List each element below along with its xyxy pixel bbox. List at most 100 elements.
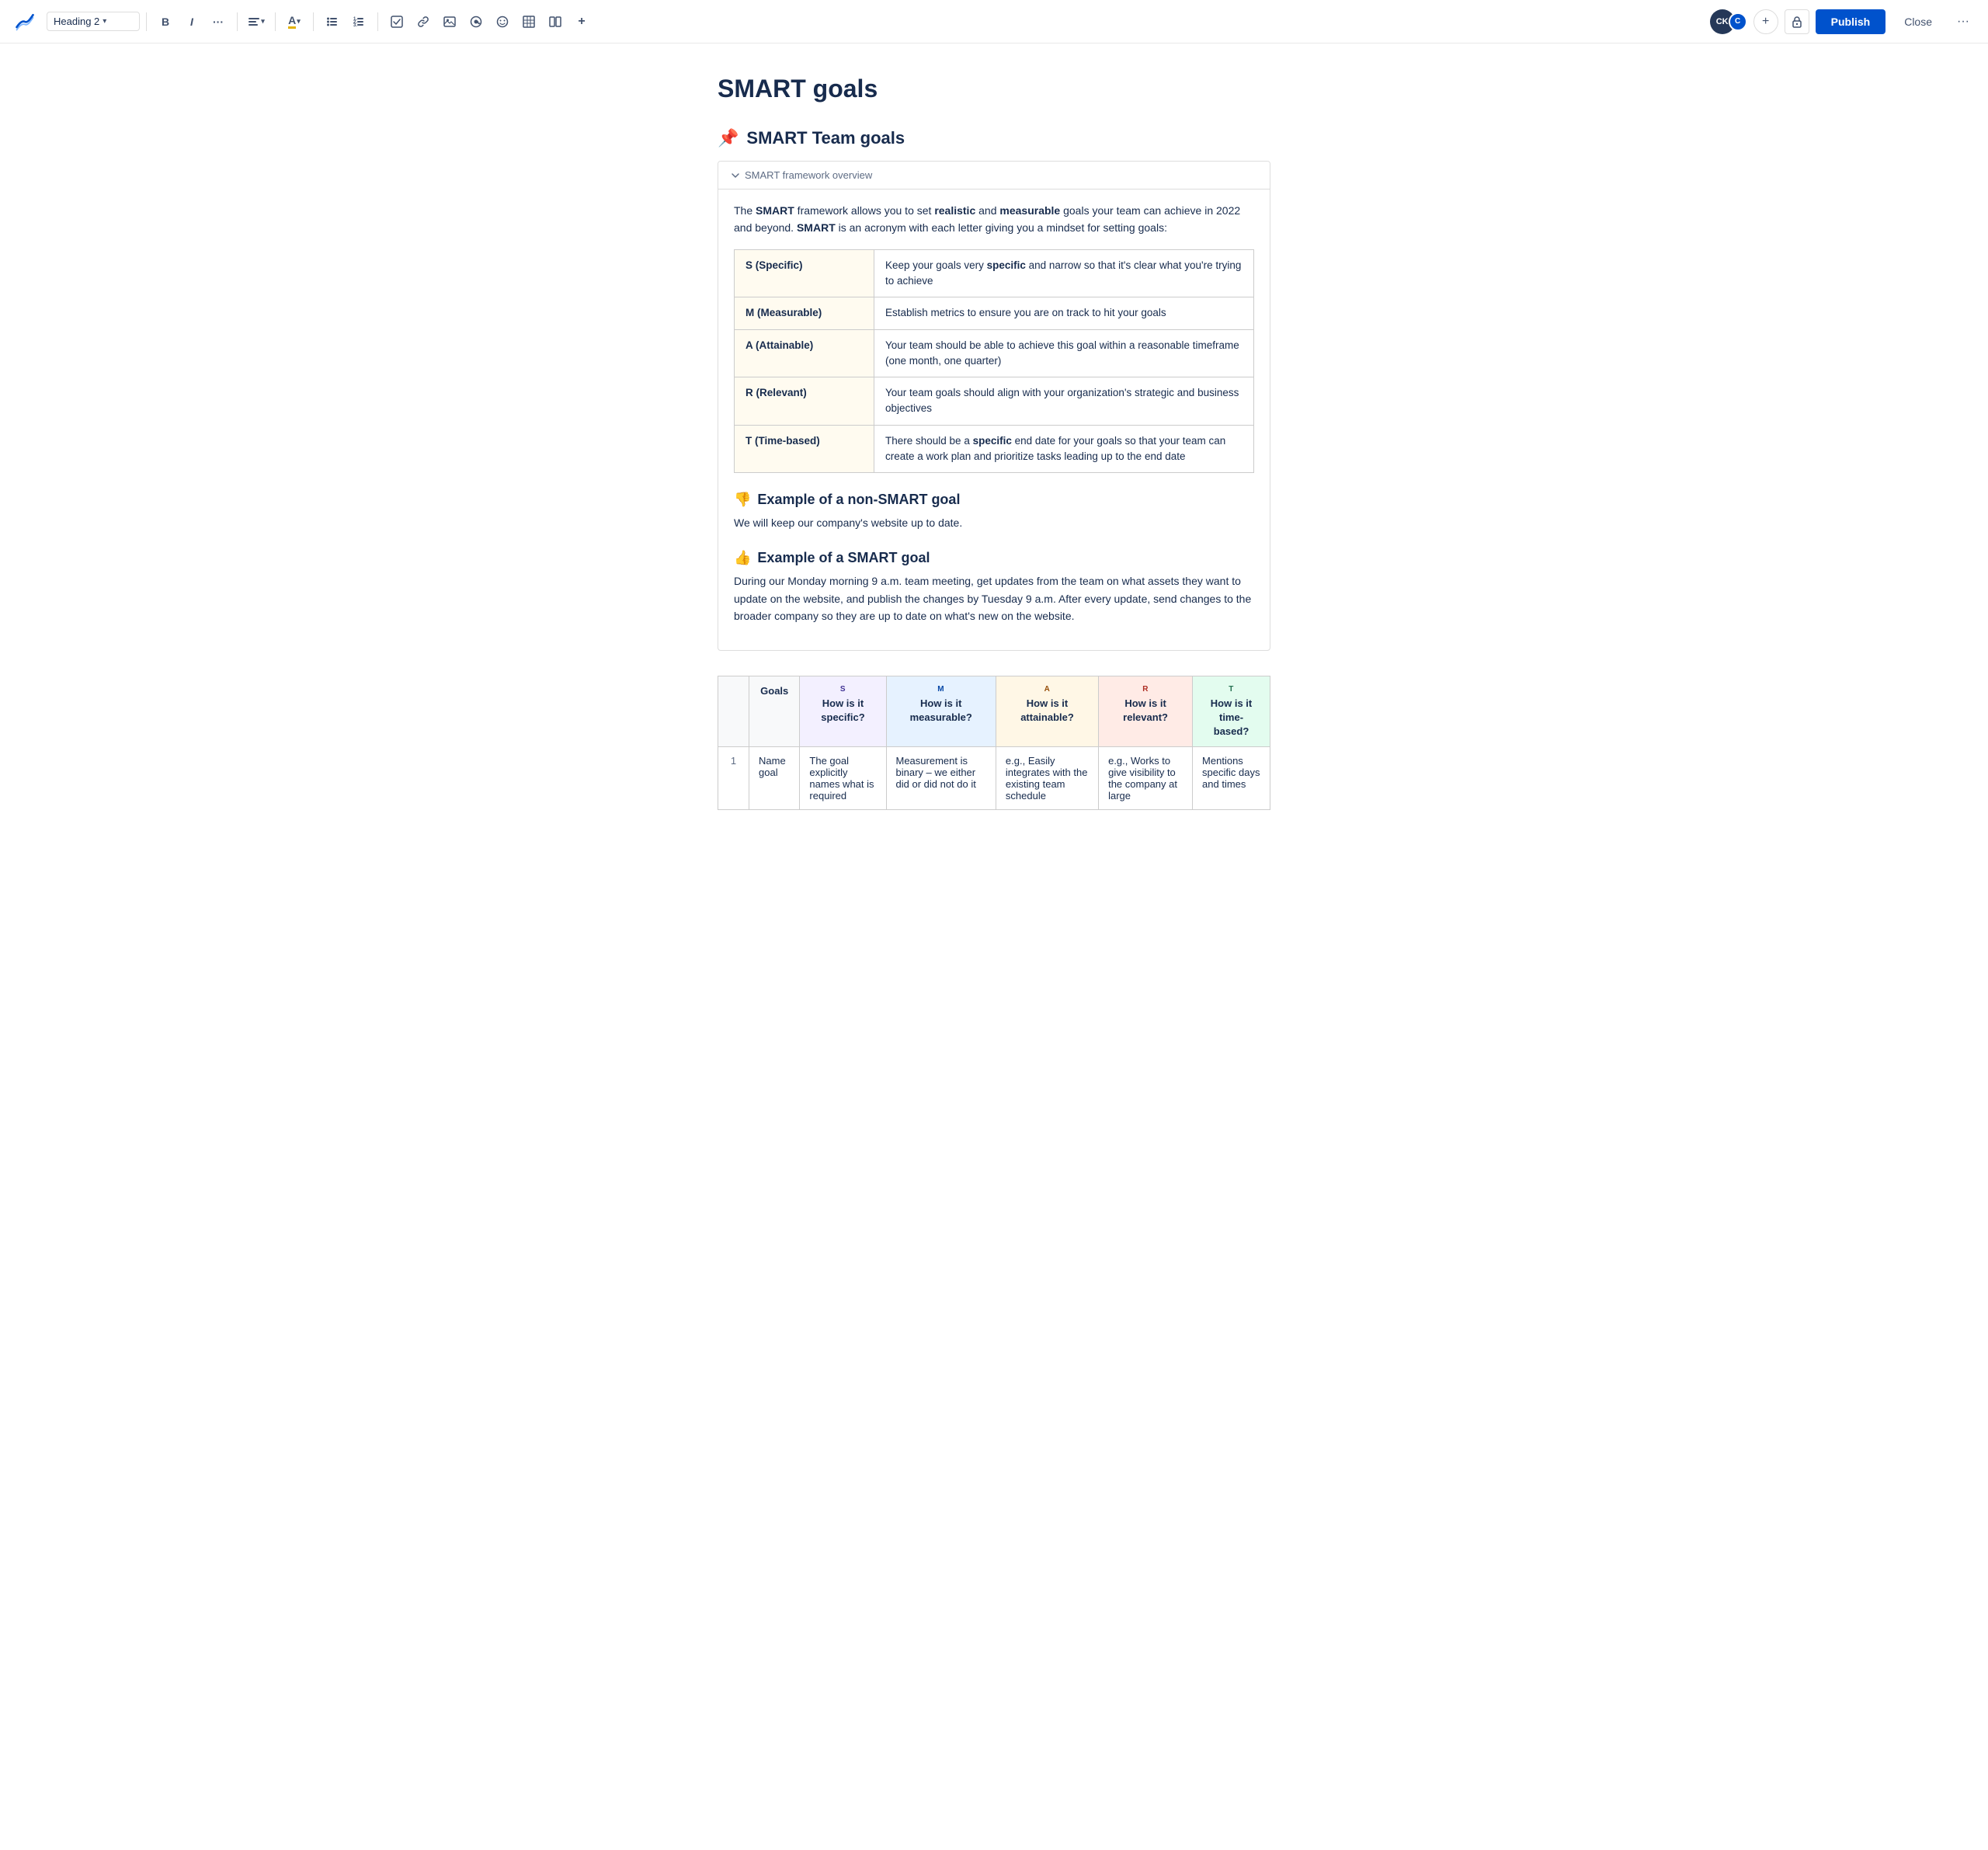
- text-color-icon: A: [288, 14, 296, 29]
- emoji-icon: [496, 16, 509, 28]
- text-color-button[interactable]: A ▾: [282, 9, 307, 34]
- task-icon: [391, 16, 403, 28]
- divider-2: [237, 12, 238, 31]
- align-button[interactable]: ▾: [244, 9, 269, 34]
- lock-button[interactable]: [1785, 9, 1809, 34]
- col-attainable-letter: A: [1006, 684, 1089, 695]
- expand-box-body: The SMART framework allows you to set re…: [718, 190, 1270, 650]
- col-goals-header: Goals: [749, 676, 800, 747]
- col-timebased-letter: T: [1202, 684, 1260, 695]
- column-icon: [549, 16, 561, 28]
- emoji-button[interactable]: [490, 9, 515, 34]
- page-content: SMART goals 📌 SMART Team goals SMART fra…: [699, 43, 1289, 872]
- smart-table-row: R (Relevant) Your team goals should alig…: [735, 377, 1254, 426]
- add-collaborator-button[interactable]: +: [1753, 9, 1778, 34]
- align-chevron-icon: ▾: [261, 17, 265, 26]
- thumbs-down-emoji: 👎: [734, 492, 751, 508]
- cell-goal: Name goal: [749, 747, 800, 810]
- expand-box-header[interactable]: SMART framework overview: [718, 162, 1270, 190]
- section-heading-text: SMART Team goals: [746, 128, 905, 148]
- expand-box: SMART framework overview The SMART frame…: [718, 161, 1270, 651]
- more-options-icon: ···: [1957, 15, 1969, 29]
- smart-letter: A (Attainable): [735, 329, 874, 377]
- close-button[interactable]: Close: [1892, 9, 1945, 34]
- insert-more-button[interactable]: +: [569, 9, 594, 34]
- smart-table-row: S (Specific) Keep your goals very specif…: [735, 249, 1254, 297]
- goals-table: Goals S How is it specific? M How is it …: [718, 676, 1270, 811]
- toolbar-right: CK C + Publish Close ···: [1710, 9, 1976, 34]
- col-specific-letter: S: [809, 684, 876, 695]
- mention-icon: [470, 16, 482, 28]
- col-measurable-text: How is it measurable?: [910, 697, 972, 723]
- smart-framework-table: S (Specific) Keep your goals very specif…: [734, 249, 1254, 473]
- italic-button[interactable]: I: [179, 9, 204, 34]
- image-button[interactable]: [437, 9, 462, 34]
- chevron-down-icon: ▾: [103, 17, 106, 26]
- collapse-icon: [731, 171, 740, 180]
- divider-5: [377, 12, 378, 31]
- col-measurable-letter: M: [896, 684, 986, 695]
- bold-button[interactable]: B: [153, 9, 178, 34]
- col-num-header: [718, 676, 749, 747]
- col-timebased-header: T How is it time-based?: [1193, 676, 1270, 747]
- col-relevant-letter: R: [1108, 684, 1183, 695]
- cell-specific: The goal explicitly names what is requir…: [800, 747, 886, 810]
- non-smart-heading: 👎 Example of a non-SMART goal: [734, 492, 1254, 508]
- lock-icon: [1791, 16, 1803, 28]
- smart-letter: R (Relevant): [735, 377, 874, 426]
- pin-emoji: 📌: [718, 128, 739, 148]
- smart-description: Establish metrics to ensure you are on t…: [874, 297, 1254, 329]
- column-button[interactable]: [543, 9, 568, 34]
- col-attainable-text: How is it attainable?: [1020, 697, 1074, 723]
- divider-4: [313, 12, 314, 31]
- image-icon: [443, 16, 456, 28]
- col-relevant-text: How is it relevant?: [1123, 697, 1168, 723]
- more-format-button[interactable]: ···: [206, 9, 231, 34]
- task-button[interactable]: [384, 9, 409, 34]
- mention-button[interactable]: [464, 9, 488, 34]
- table-row: 1 Name goal The goal explicitly names wh…: [718, 747, 1270, 810]
- goals-table-body: 1 Name goal The goal explicitly names wh…: [718, 747, 1270, 810]
- smart-description: Keep your goals very specific and narrow…: [874, 249, 1254, 297]
- table-icon: [523, 16, 535, 28]
- avatar-c: C: [1729, 12, 1747, 31]
- row-num: 1: [718, 747, 749, 810]
- heading-selector[interactable]: Heading 2 ▾: [47, 12, 140, 31]
- non-smart-body: We will keep our company's website up to…: [734, 514, 1254, 531]
- col-attainable-header: A How is it attainable?: [996, 676, 1098, 747]
- smart-goal-heading-text: Example of a SMART goal: [757, 550, 930, 566]
- add-icon: +: [1762, 15, 1769, 29]
- bullet-list-button[interactable]: [320, 9, 345, 34]
- bullet-list-icon: [326, 16, 339, 28]
- logo: [12, 9, 37, 34]
- align-icon: [248, 16, 260, 28]
- more-options-button[interactable]: ···: [1951, 9, 1976, 34]
- smart-goal-heading: 👍 Example of a SMART goal: [734, 550, 1254, 566]
- col-timebased-text: How is it time-based?: [1211, 697, 1252, 737]
- smart-description: Your team should be able to achieve this…: [874, 329, 1254, 377]
- smart-table-row: M (Measurable) Establish metrics to ensu…: [735, 297, 1254, 329]
- smart-description: There should be a specific end date for …: [874, 425, 1254, 473]
- publish-button[interactable]: Publish: [1816, 9, 1886, 34]
- goals-table-header: Goals S How is it specific? M How is it …: [718, 676, 1270, 747]
- smart-goal-body: During our Monday morning 9 a.m. team me…: [734, 572, 1254, 624]
- smart-table-row: A (Attainable) Your team should be able …: [735, 329, 1254, 377]
- divider-1: [146, 12, 147, 31]
- smart-letter: S (Specific): [735, 249, 874, 297]
- divider-3: [275, 12, 276, 31]
- smart-letter: T (Time-based): [735, 425, 874, 473]
- number-list-button[interactable]: 1. 2. 3.: [346, 9, 371, 34]
- col-specific-text: How is it specific?: [821, 697, 864, 723]
- color-chevron-icon: ▾: [297, 17, 301, 26]
- col-goals-label: Goals: [760, 685, 788, 697]
- format-group: B I ···: [153, 9, 231, 34]
- non-smart-heading-text: Example of a non-SMART goal: [757, 492, 960, 508]
- page-title: SMART goals: [718, 75, 1270, 103]
- intro-paragraph: The SMART framework allows you to set re…: [734, 202, 1254, 237]
- thumbs-up-emoji: 👍: [734, 550, 751, 566]
- table-button[interactable]: [516, 9, 541, 34]
- link-button[interactable]: [411, 9, 436, 34]
- non-smart-section: 👎 Example of a non-SMART goal We will ke…: [734, 492, 1254, 531]
- insert-plus-icon: +: [578, 15, 585, 29]
- cell-measurable: Measurement is binary – we either did or…: [886, 747, 996, 810]
